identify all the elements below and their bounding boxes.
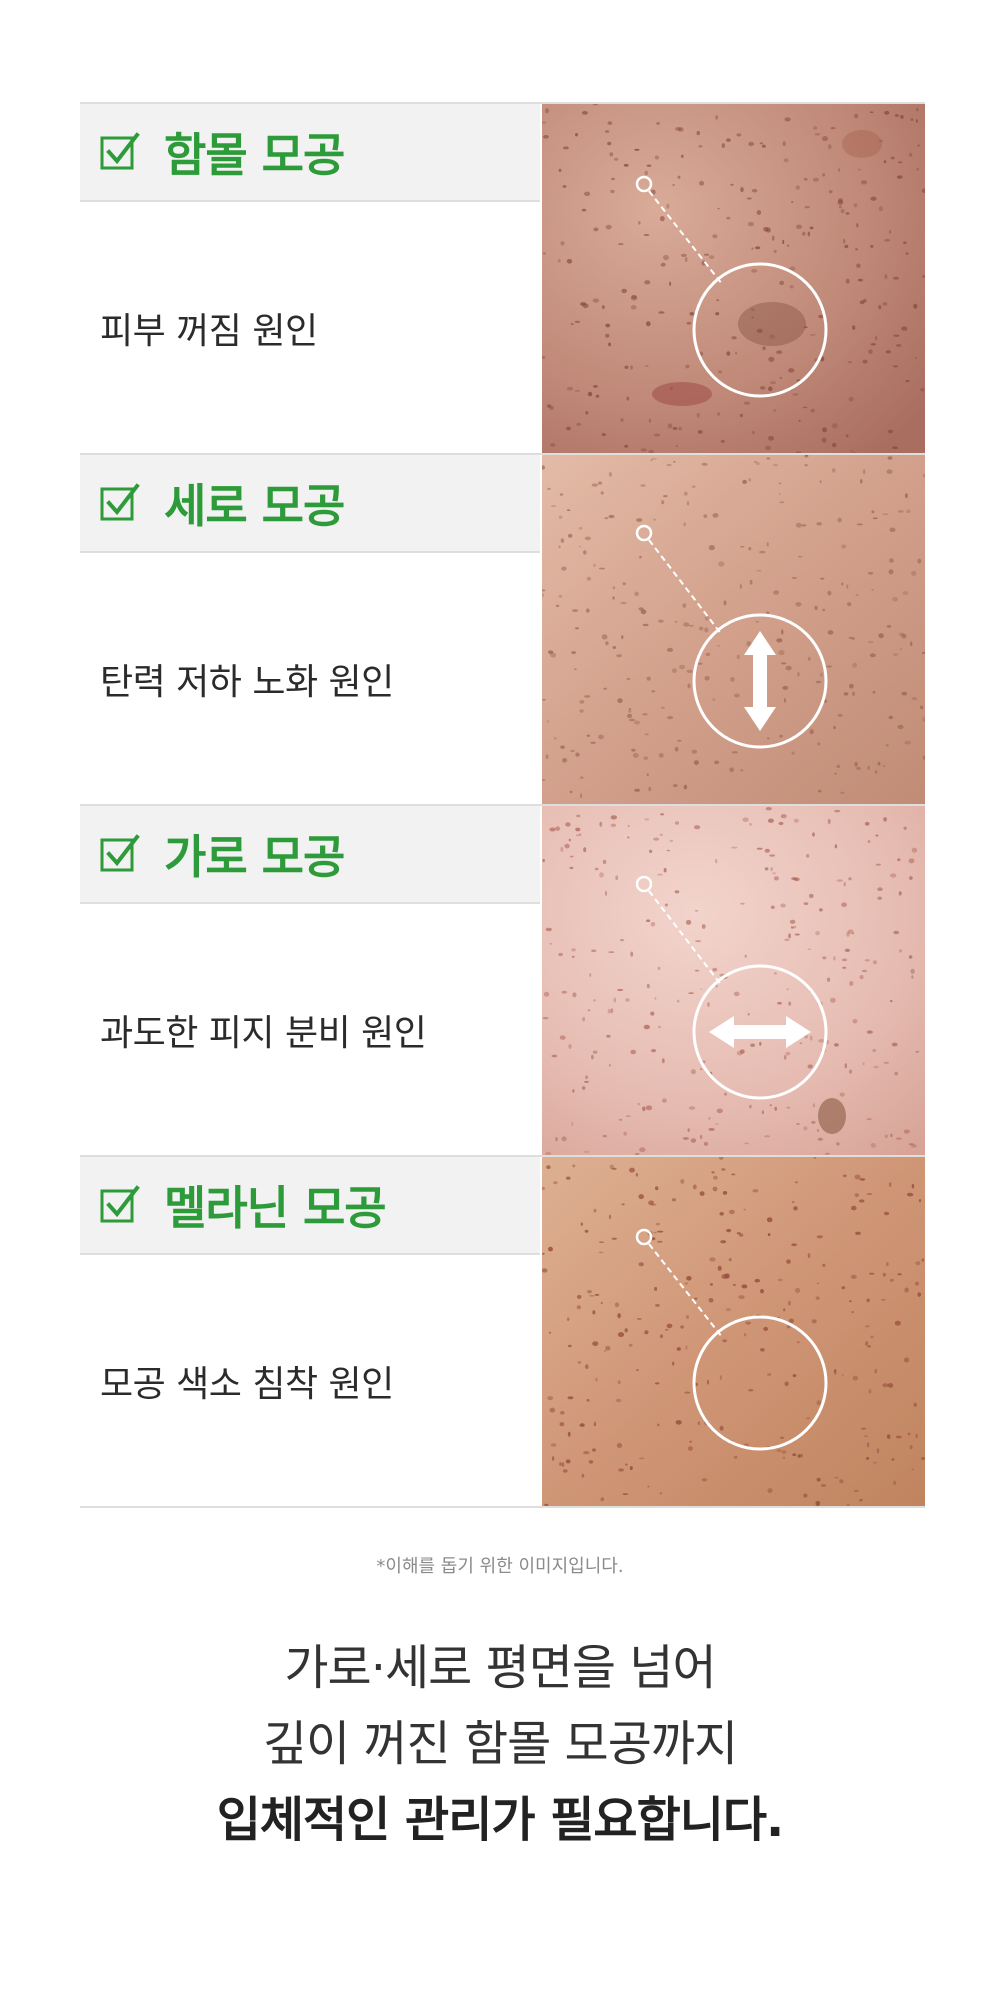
skin-texture — [542, 1157, 925, 1506]
closing-message: 가로·세로 평면을 넘어 깊이 꺼진 함몰 모공까지 입체적인 관리가 필요합니… — [0, 1630, 1000, 1858]
checkbox-check-icon — [100, 132, 140, 170]
pore-type-cause: 과도한 피지 분비 원인 — [100, 1012, 427, 1054]
pore-type-table: 함몰 모공 피부 꺼짐 원인 세로 모공 탄력 저하 노화 원인 가로 모공 과… — [80, 102, 925, 1508]
pore-type-row: 가로 모공 과도한 피지 분비 원인 — [80, 806, 925, 1157]
pore-type-header: 함몰 모공 — [80, 104, 540, 202]
pore-type-row: 함몰 모공 피부 꺼짐 원인 — [80, 104, 925, 455]
skin-texture — [542, 455, 925, 804]
pore-type-header: 멜라닌 모공 — [80, 1157, 540, 1255]
image-disclaimer-note: *이해를 돕기 위한 이미지입니다. — [376, 1556, 624, 1577]
pore-type-info: 가로 모공 과도한 피지 분비 원인 — [80, 806, 540, 1155]
pore-type-row: 세로 모공 탄력 저하 노화 원인 — [80, 455, 925, 806]
skin-closeup-image — [542, 806, 925, 1155]
skin-texture — [542, 806, 925, 1155]
checkbox-check-icon — [100, 483, 140, 521]
checkbox-check-icon — [100, 834, 140, 872]
pore-type-cause: 탄력 저하 노화 원인 — [100, 661, 394, 703]
skin-texture — [542, 104, 925, 453]
pore-type-header: 가로 모공 — [80, 806, 540, 904]
skin-closeup-image — [542, 104, 925, 453]
closing-line-1: 가로·세로 평면을 넘어 — [284, 1640, 716, 1696]
pore-type-info: 멜라닌 모공 모공 색소 침착 원인 — [80, 1157, 540, 1506]
skin-closeup-image — [542, 455, 925, 804]
pore-type-row: 멜라닌 모공 모공 색소 침착 원인 — [80, 1157, 925, 1508]
closing-line-2: 깊이 꺼진 함몰 모공까지 — [262, 1716, 738, 1772]
pore-type-title: 멜라닌 모공 — [164, 1181, 387, 1235]
closing-line-3: 입체적인 관리가 필요합니다. — [216, 1792, 785, 1848]
pore-type-title: 가로 모공 — [164, 830, 345, 884]
pore-type-cause: 피부 꺼짐 원인 — [100, 310, 318, 352]
checkbox-check-icon — [100, 1185, 140, 1223]
pore-type-title: 세로 모공 — [164, 479, 345, 533]
pore-type-header: 세로 모공 — [80, 455, 540, 553]
pore-type-cause: 모공 색소 침착 원인 — [100, 1363, 394, 1405]
skin-closeup-image — [542, 1157, 925, 1506]
pore-type-info: 세로 모공 탄력 저하 노화 원인 — [80, 455, 540, 804]
pore-type-title: 함몰 모공 — [164, 128, 345, 182]
pore-type-info: 함몰 모공 피부 꺼짐 원인 — [80, 104, 540, 453]
